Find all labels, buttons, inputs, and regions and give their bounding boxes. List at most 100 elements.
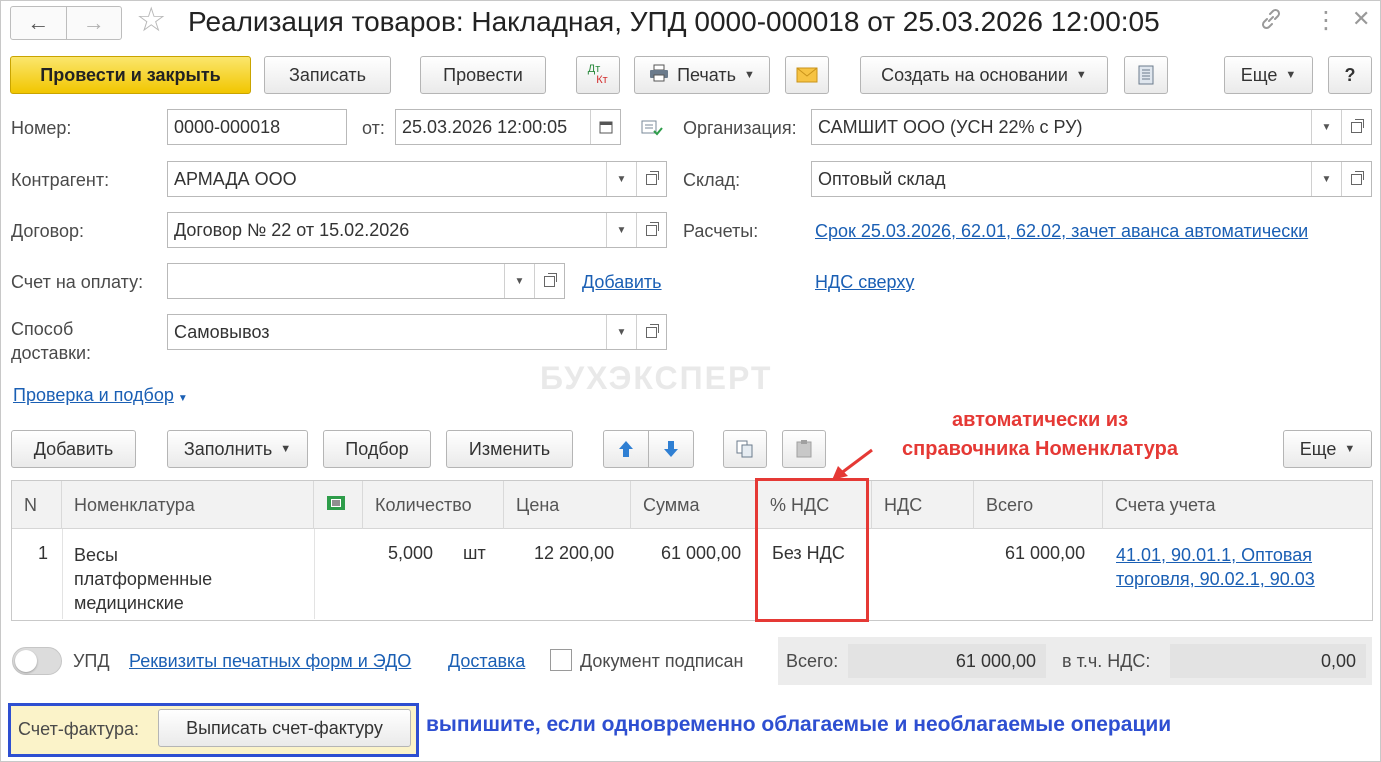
organization-label: Организация:: [683, 118, 797, 138]
help-button[interactable]: ?: [1328, 56, 1372, 94]
printer-icon: [649, 64, 669, 87]
open-icon[interactable]: [636, 315, 666, 349]
invoice-highlight: [8, 703, 419, 757]
envelope-icon[interactable]: [785, 56, 829, 94]
delivery-link[interactable]: Доставка: [448, 651, 525, 672]
arrow-left-icon[interactable]: ←: [11, 7, 66, 39]
warehouse-label: Склад:: [683, 170, 741, 190]
table-more-button[interactable]: Еще ▼: [1283, 430, 1372, 468]
row-quantity: 5,000: [388, 543, 434, 563]
annotation-red: автоматически из справочника Номенклатур…: [902, 409, 1178, 460]
vat-on-top-link[interactable]: НДС сверху: [815, 272, 914, 293]
open-icon[interactable]: [636, 213, 666, 247]
vat-included-label: в т.ч. НДС:: [1062, 651, 1151, 671]
upd-label: УПД: [73, 651, 110, 671]
header-vat[interactable]: НДС: [872, 481, 974, 529]
header-total[interactable]: Всего: [974, 481, 1103, 529]
open-icon[interactable]: [636, 162, 666, 196]
chevron-down-icon: ▼: [177, 393, 188, 404]
header-price[interactable]: Цена: [504, 481, 631, 529]
calendar-icon[interactable]: [590, 110, 620, 144]
annotation-arrow-icon: [828, 446, 876, 487]
header-n[interactable]: N: [12, 481, 62, 529]
chevron-down-icon[interactable]: ▼: [1311, 110, 1341, 144]
row-total: 61 000,00: [1005, 543, 1086, 563]
chevron-down-icon: ▼: [1075, 69, 1087, 81]
open-icon[interactable]: [1341, 110, 1371, 144]
document-signed-checkbox[interactable]: [550, 649, 572, 671]
copy-icon[interactable]: [723, 430, 767, 468]
paste-icon[interactable]: [782, 430, 826, 468]
close-icon[interactable]: ✕: [1352, 6, 1370, 32]
dt-kt-icon[interactable]: Дт Кт: [576, 56, 620, 94]
more-vertical-icon[interactable]: ⋮: [1314, 6, 1338, 35]
post-button[interactable]: Провести: [420, 56, 546, 94]
watermark: БУХЭКСПЕРТ: [540, 360, 773, 396]
header-quantity[interactable]: Количество: [363, 481, 504, 529]
star-icon[interactable]: ☆: [136, 3, 166, 37]
row-price: 12 200,00: [534, 543, 615, 563]
window-title: Реализация товаров: Накладная, УПД 0000-…: [188, 6, 1160, 37]
check-and-pick-link[interactable]: Проверка и подбор ▼: [13, 385, 188, 406]
add-row-button[interactable]: Добавить: [11, 430, 136, 468]
totals-panel: Всего: 61 000,00 в т.ч. НДС: 0,00: [778, 637, 1372, 685]
number-field[interactable]: 0000-000018: [167, 109, 347, 145]
more-button[interactable]: Еще ▼: [1224, 56, 1313, 94]
add-invoice-link[interactable]: Добавить: [582, 272, 662, 293]
from-label: от:: [362, 118, 385, 138]
move-up-icon[interactable]: [603, 430, 649, 468]
number-label: Номер:: [11, 118, 72, 138]
open-icon[interactable]: [534, 264, 564, 298]
row-nomenclature: Весы платформенные медицинские: [74, 545, 213, 613]
row-unit: шт: [463, 543, 486, 563]
document-check-icon[interactable]: [641, 118, 663, 143]
row-accounts-link[interactable]: 41.01, 90.01.1, Оптовая торговля, 90.02.…: [1116, 543, 1315, 591]
delivery-field[interactable]: Самовывоз ▼: [167, 314, 667, 350]
vat-included-value: 0,00: [1170, 644, 1366, 678]
total-value: 61 000,00: [848, 644, 1046, 678]
document-signed-label: Документ подписан: [580, 651, 744, 671]
chevron-down-icon[interactable]: ▼: [606, 315, 636, 349]
report-icon[interactable]: [1124, 56, 1168, 94]
chevron-down-icon[interactable]: ▼: [1311, 162, 1341, 196]
header-accounts[interactable]: Счета учета: [1103, 481, 1372, 529]
table-header: N Номенклатура Количество Цена Сумма % Н…: [12, 481, 1372, 529]
header-marking[interactable]: [314, 481, 363, 529]
settlements-link[interactable]: Срок 25.03.2026, 62.01, 62.02, зачет ава…: [815, 221, 1308, 242]
link-icon[interactable]: [1258, 6, 1284, 38]
warehouse-field[interactable]: Оптовый склад ▼: [811, 161, 1372, 197]
move-down-icon[interactable]: [648, 430, 694, 468]
create-based-button[interactable]: Создать на основании ▼: [860, 56, 1108, 94]
counterparty-field[interactable]: АРМАДА ООО ▼: [167, 161, 667, 197]
delivery-label: Способ доставки:: [11, 319, 92, 363]
save-button[interactable]: Записать: [264, 56, 391, 94]
arrow-right-icon[interactable]: →: [65, 7, 122, 39]
post-and-close-button[interactable]: Провести и закрыть: [10, 56, 251, 94]
marking-icon: [326, 495, 346, 516]
pick-button[interactable]: Подбор: [323, 430, 431, 468]
counterparty-label: Контрагент:: [11, 170, 110, 190]
settlements-label: Расчеты:: [683, 221, 759, 241]
header-nomenclature[interactable]: Номенклатура: [62, 481, 314, 529]
upd-toggle[interactable]: [12, 647, 62, 675]
change-button[interactable]: Изменить: [446, 430, 573, 468]
open-icon[interactable]: [1341, 162, 1371, 196]
organization-field[interactable]: САМШИТ ООО (УСН 22% с РУ) ▼: [811, 109, 1372, 145]
chevron-down-icon[interactable]: ▼: [504, 264, 534, 298]
chevron-down-icon: ▼: [1344, 443, 1356, 455]
header-sum[interactable]: Сумма: [631, 481, 758, 529]
chevron-down-icon[interactable]: ▼: [606, 213, 636, 247]
contract-label: Договор:: [11, 221, 84, 241]
chevron-down-icon: ▼: [744, 69, 755, 81]
chevron-down-icon[interactable]: ▼: [606, 162, 636, 196]
print-button[interactable]: Печать ▼: [634, 56, 770, 94]
date-field[interactable]: 25.03.2026 12:00:05: [395, 109, 621, 145]
chevron-down-icon: ▼: [1285, 69, 1297, 81]
contract-field[interactable]: Договор № 22 от 15.02.2026 ▼: [167, 212, 667, 248]
fill-button[interactable]: Заполнить ▼: [167, 430, 308, 468]
vat-rate-highlight: [755, 478, 869, 622]
requisites-link[interactable]: Реквизиты печатных форм и ЭДО: [129, 651, 411, 672]
invoice-label: Счет на оплату:: [11, 272, 144, 292]
invoice-field[interactable]: ▼: [167, 263, 565, 299]
total-label: Всего:: [786, 651, 839, 671]
